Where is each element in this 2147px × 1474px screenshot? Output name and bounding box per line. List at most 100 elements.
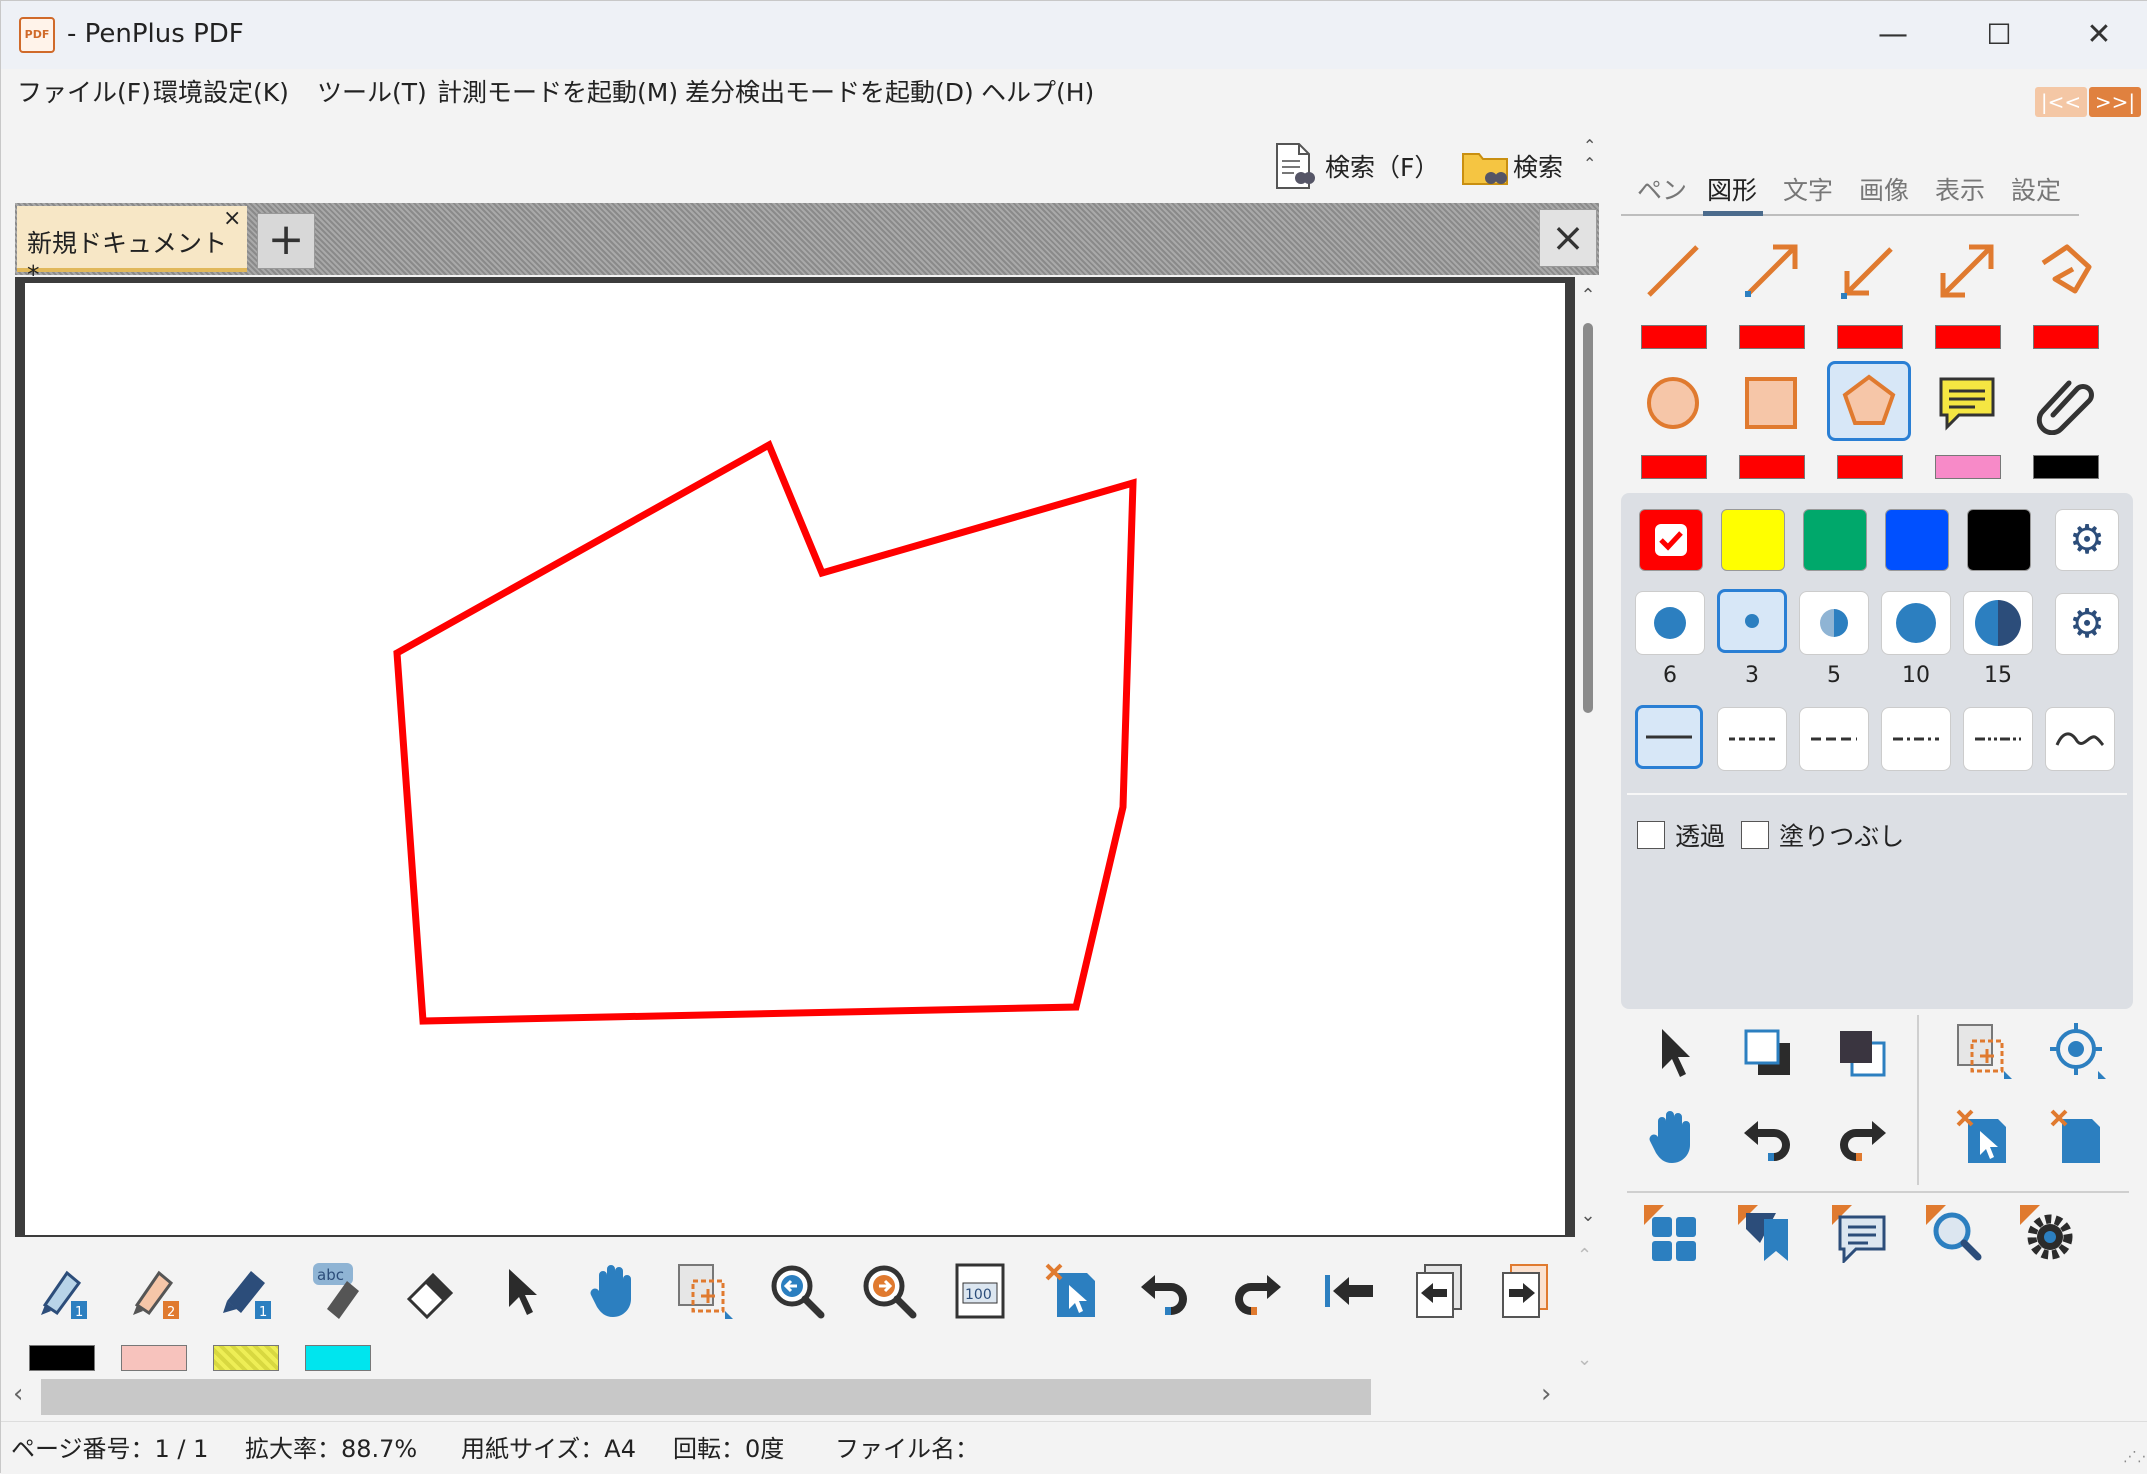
minimize-button[interactable]: —: [1863, 9, 1923, 61]
menu-measure-mode[interactable]: 計測モードを起動(M): [437, 73, 678, 109]
tab-image[interactable]: 画像: [1859, 171, 1909, 207]
toolbar-scroll-up-icon[interactable]: ⌃: [1577, 1245, 1592, 1266]
vertical-scroll-thumb[interactable]: [1583, 323, 1593, 713]
panel-settings-gear-icon[interactable]: [2013, 1201, 2083, 1265]
arrow-start-icon[interactable]: [1827, 231, 1911, 311]
scroll-left-icon[interactable]: ‹: [13, 1379, 23, 1409]
pen-color-swatch-pink[interactable]: [121, 1345, 187, 1371]
eraser-icon[interactable]: [397, 1261, 461, 1321]
toolbar-scroll-down-icon[interactable]: ⌄: [1577, 1349, 1592, 1370]
panel-hand-icon[interactable]: [1637, 1105, 1707, 1169]
menu-tools[interactable]: ツール(T): [317, 73, 427, 109]
menu-preferences[interactable]: 環境設定(K): [153, 73, 289, 109]
panel-delete-select-icon[interactable]: [1949, 1105, 2019, 1169]
width-settings-gear-icon[interactable]: ⚙: [2055, 593, 2119, 655]
panel-toggle[interactable]: |<< >>|: [2035, 87, 2141, 117]
line-style-dash-long[interactable]: [1799, 707, 1869, 771]
comment-icon[interactable]: [1925, 363, 2009, 443]
color-yellow[interactable]: [1721, 509, 1785, 571]
expand-right-icon[interactable]: >>|: [2089, 87, 2141, 117]
toolbar-collapse-icon[interactable]: ⌃ ⌃: [1583, 137, 1596, 173]
horizontal-scrollbar[interactable]: ‹ ›: [1, 1379, 1603, 1421]
scroll-down-icon[interactable]: ⌄: [1577, 1205, 1599, 1226]
area-select-icon[interactable]: [673, 1261, 737, 1321]
attachment-color-swatch[interactable]: [2033, 455, 2099, 479]
search-document-button[interactable]: 検索（F）: [1273, 139, 1439, 193]
target-icon[interactable]: [2043, 1019, 2113, 1083]
pen-2-icon[interactable]: 2: [121, 1261, 185, 1321]
panel-area-select-icon[interactable]: [1949, 1019, 2019, 1083]
bring-front-icon[interactable]: [1733, 1021, 1803, 1085]
scroll-up-icon[interactable]: ⌃: [1577, 285, 1599, 306]
highlighter-1-icon[interactable]: 1: [213, 1261, 277, 1321]
color-settings-gear-icon[interactable]: ⚙: [2055, 509, 2119, 571]
pdf-page-canvas[interactable]: [25, 283, 1565, 1235]
delete-select-icon[interactable]: [1041, 1261, 1105, 1321]
maximize-button[interactable]: ☐: [1969, 9, 2029, 61]
toolbar-vscroll[interactable]: ⌃ ⌄: [1577, 1241, 1599, 1379]
tab-pen[interactable]: ペン: [1637, 171, 1687, 207]
add-tab-button[interactable]: +: [257, 213, 315, 269]
arrow-start-color-swatch[interactable]: [1837, 325, 1903, 349]
arrow-end-color-swatch[interactable]: [1739, 325, 1805, 349]
color-red-selected[interactable]: [1639, 509, 1703, 571]
color-green[interactable]: [1803, 509, 1867, 571]
polygon-icon[interactable]: [1827, 361, 1911, 441]
first-page-icon[interactable]: [1317, 1261, 1381, 1321]
polyline-color-swatch[interactable]: [2033, 325, 2099, 349]
line-style-solid[interactable]: [1635, 705, 1703, 769]
zoom-in-icon[interactable]: [857, 1261, 921, 1321]
line-style-dash-dot-dot[interactable]: [1963, 707, 2033, 771]
redo-icon[interactable]: [1225, 1261, 1289, 1321]
pen-color-swatch-cyan[interactable]: [305, 1345, 371, 1371]
tab-shapes[interactable]: 図形: [1707, 171, 1757, 207]
prev-page-icon[interactable]: [1409, 1261, 1473, 1321]
line-icon[interactable]: [1631, 231, 1715, 311]
rectangle-color-swatch[interactable]: [1739, 455, 1805, 479]
menu-file[interactable]: ファイル(F): [17, 73, 151, 109]
tab-display[interactable]: 表示: [1935, 171, 1985, 207]
color-blue[interactable]: [1885, 509, 1949, 571]
search-panel-icon[interactable]: [1919, 1201, 1989, 1265]
panel-undo-icon[interactable]: [1733, 1105, 1803, 1169]
tab-new-document[interactable]: 新規ドキュメント * ×: [17, 206, 247, 289]
polygon-color-swatch[interactable]: [1837, 455, 1903, 479]
pen-color-swatch-black[interactable]: [29, 1345, 95, 1371]
line-style-wave[interactable]: [2045, 707, 2115, 771]
width-15-button[interactable]: [1963, 591, 2033, 655]
panel-delete-page-icon[interactable]: [2043, 1105, 2113, 1169]
line-color-swatch[interactable]: [1641, 325, 1707, 349]
horizontal-scroll-thumb[interactable]: [41, 1379, 1371, 1415]
thumbnails-icon[interactable]: [1637, 1201, 1707, 1265]
actual-size-icon[interactable]: 100: [949, 1261, 1013, 1321]
close-button[interactable]: ✕: [2069, 9, 2129, 61]
circle-color-swatch[interactable]: [1641, 455, 1707, 479]
text-pen-icon[interactable]: abc: [305, 1261, 369, 1321]
menu-diff-mode[interactable]: 差分検出モードを起動(D): [685, 73, 974, 109]
scroll-right-icon[interactable]: ›: [1541, 1379, 1551, 1409]
arrow-both-color-swatch[interactable]: [1935, 325, 2001, 349]
tab-close-icon[interactable]: ×: [223, 206, 241, 231]
panel-redo-icon[interactable]: [1827, 1105, 1897, 1169]
collapse-left-icon[interactable]: |<<: [2035, 87, 2087, 117]
zoom-out-icon[interactable]: [765, 1261, 829, 1321]
undo-icon[interactable]: [1133, 1261, 1197, 1321]
arrow-end-icon[interactable]: [1729, 231, 1813, 311]
fill-checkbox[interactable]: [1741, 821, 1769, 849]
send-back-icon[interactable]: [1827, 1021, 1897, 1085]
width-6-button[interactable]: [1635, 591, 1705, 655]
width-5-button[interactable]: [1799, 591, 1869, 655]
bookmark-icon[interactable]: [1731, 1201, 1801, 1265]
menu-help[interactable]: ヘルプ(H): [981, 73, 1094, 109]
tab-settings[interactable]: 設定: [2011, 171, 2061, 207]
next-page-icon[interactable]: [1495, 1261, 1559, 1321]
comment-color-swatch[interactable]: [1935, 455, 2001, 479]
panel-select-arrow-icon[interactable]: [1637, 1021, 1707, 1085]
red-polygon-shape[interactable]: [393, 440, 1137, 1025]
close-document-button[interactable]: ×: [1539, 209, 1597, 267]
transparent-checkbox[interactable]: [1637, 821, 1665, 849]
attachment-icon[interactable]: [2023, 363, 2107, 443]
circle-icon[interactable]: [1631, 363, 1715, 443]
line-style-dash-dot[interactable]: [1881, 707, 1951, 771]
select-arrow-icon[interactable]: [489, 1261, 553, 1321]
